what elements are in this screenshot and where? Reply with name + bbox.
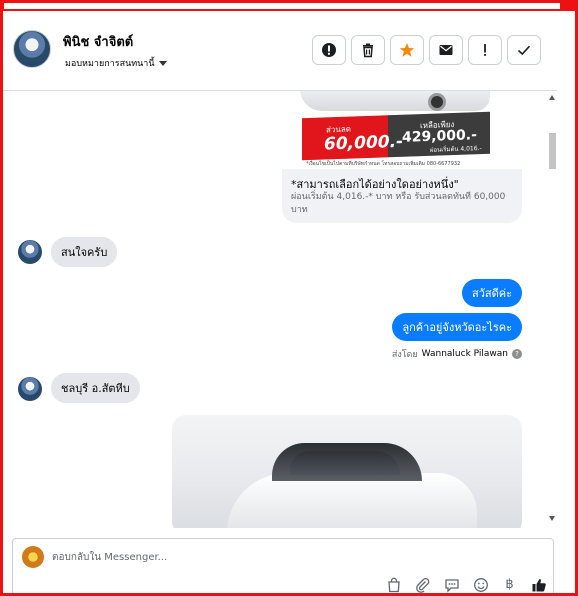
envelope-icon xyxy=(439,45,453,55)
car-window-graphic xyxy=(290,451,400,475)
paperclip-icon[interactable] xyxy=(414,576,431,593)
contact-name[interactable]: พินิช จำจิตต์ xyxy=(63,31,133,52)
scroll-up-arrow-icon[interactable] xyxy=(549,95,555,100)
incoming-message[interactable]: สนใจครับ xyxy=(51,237,118,267)
composer-box: ฿ xyxy=(12,538,554,596)
star-button[interactable] xyxy=(390,35,424,65)
mark-unread-button[interactable] xyxy=(429,35,463,65)
promo-fine-print: *เงื่อนไขเป็นไปตามที่บริษัทกำหนด โทรสอบถ… xyxy=(306,161,461,167)
assign-conversation-dropdown[interactable]: มอบหมายการสนทนานี้ xyxy=(65,56,167,70)
thumbs-up-icon[interactable] xyxy=(530,576,547,593)
conversation-actions xyxy=(312,35,541,65)
outgoing-message[interactable]: ลูกค้าอยู่จังหวัดอะไรคะ xyxy=(392,313,522,341)
page-avatar xyxy=(22,546,44,568)
promo-description: ผ่อนเริ่มต้น 4,016.-* บาท หรือ รับส่วนลด… xyxy=(291,192,506,215)
promo-price-banner: ส่วนลด 60,000.- เหลือเพียง 429,000.- ผ่อ… xyxy=(302,111,490,164)
scroll-down-arrow-icon[interactable] xyxy=(549,516,555,521)
outgoing-message[interactable]: สวัสดีค่ะ xyxy=(461,279,522,307)
car-body-graphic xyxy=(227,473,477,528)
caret-down-icon xyxy=(158,60,167,66)
promo-car-wheel xyxy=(428,93,446,111)
promo-image[interactable]: ส่วนลด 60,000.- เหลือเพียง 429,000.- ผ่อ… xyxy=(282,91,522,169)
sent-by-name: Wannaluck Pilawan xyxy=(421,349,508,359)
sender-avatar[interactable] xyxy=(18,240,42,264)
star-icon xyxy=(399,43,415,57)
mark-spam-button[interactable] xyxy=(312,35,346,65)
scrollbar-thumb[interactable] xyxy=(549,133,556,169)
follow-up-button[interactable] xyxy=(468,35,502,65)
baht-icon[interactable]: ฿ xyxy=(501,576,518,593)
message-composer: ฿ xyxy=(3,528,557,596)
message-thread[interactable]: ส่วนลด 60,000.- เหลือเพียง 429,000.- ผ่อ… xyxy=(3,91,557,528)
promo-discount-value: 60,000.- xyxy=(324,131,404,155)
trash-icon xyxy=(363,43,373,58)
incoming-message[interactable]: ชลบุรี อ.สัตหีบ xyxy=(51,373,140,403)
exclamation-circle-icon xyxy=(322,43,336,57)
thread-scrollbar[interactable] xyxy=(548,91,557,528)
info-icon[interactable]: ? xyxy=(512,349,522,359)
assign-conversation-label: มอบหมายการสนทนานี้ xyxy=(65,59,155,69)
composer-toolbar: ฿ xyxy=(385,576,547,593)
check-icon xyxy=(517,45,531,56)
exclamation-icon xyxy=(484,44,486,56)
mark-done-button[interactable] xyxy=(507,35,541,65)
sent-by-info: ส่งโดย Wannaluck Pilawan ? xyxy=(392,347,522,361)
reply-input[interactable] xyxy=(52,547,412,567)
contact-avatar[interactable] xyxy=(13,30,51,68)
conversation-header: พินิช จำจิตต์ มอบหมายการสนทนานี้ xyxy=(3,11,557,91)
sent-by-label: ส่งโดย xyxy=(391,350,418,360)
emoji-icon[interactable] xyxy=(472,576,489,593)
sender-avatar[interactable] xyxy=(18,377,42,401)
chat-bubble-icon[interactable] xyxy=(443,576,460,593)
car-photo-attachment[interactable] xyxy=(172,415,522,528)
delete-button[interactable] xyxy=(351,35,385,65)
promo-attachment-card[interactable]: ส่วนลด 60,000.- เหลือเพียง 429,000.- ผ่อ… xyxy=(282,91,522,223)
bag-icon[interactable] xyxy=(385,576,402,593)
promo-car-graphic xyxy=(300,91,490,111)
window-top-border xyxy=(0,0,578,11)
